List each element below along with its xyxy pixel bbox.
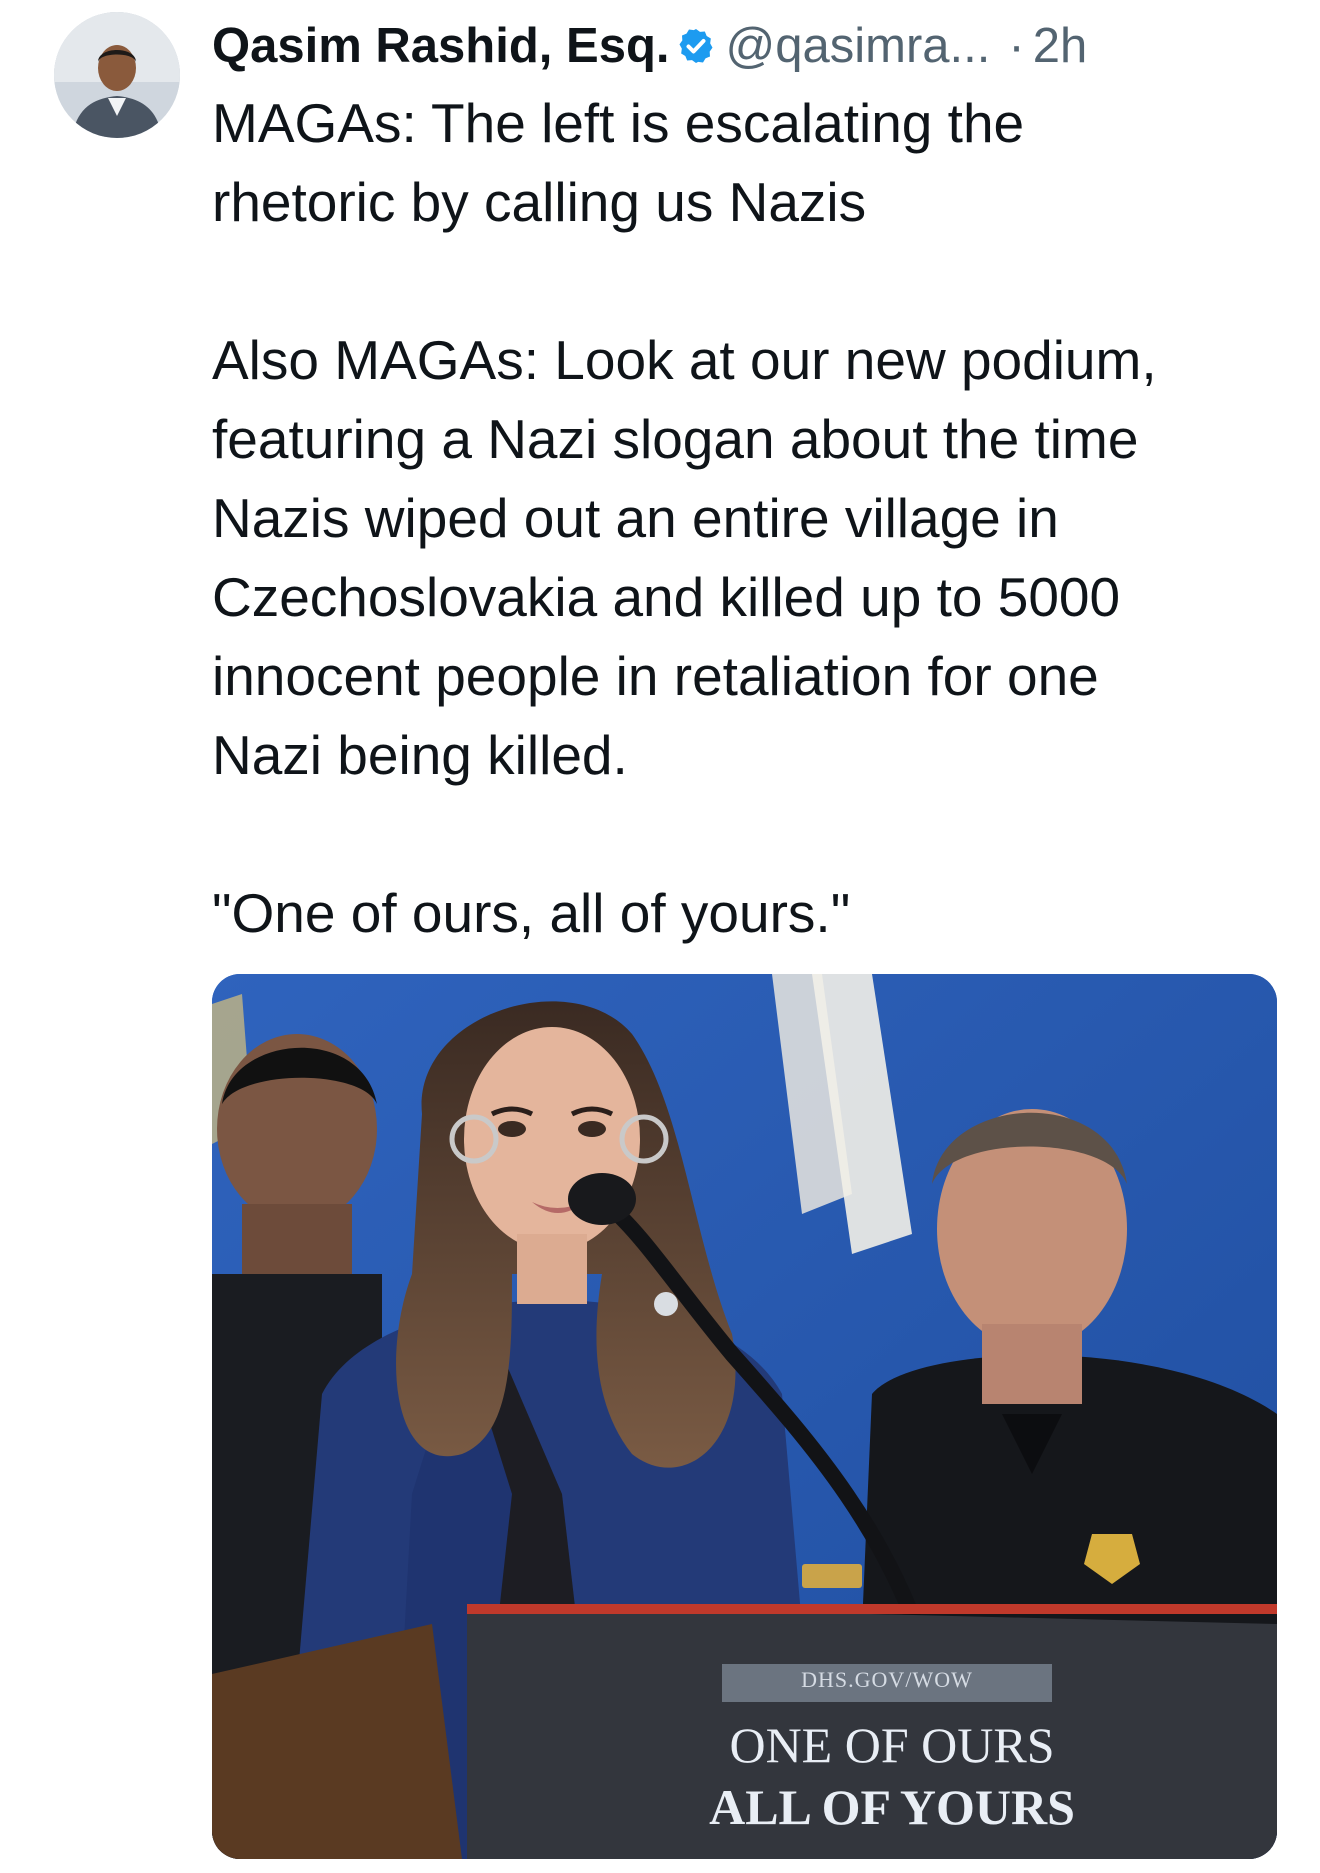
person-avatar-icon: [54, 12, 180, 138]
tweet-media-photo[interactable]: DHS.GOV/WOW ONE OF OURS ALL OF YOURS: [212, 974, 1277, 1859]
author-avatar[interactable]: [54, 12, 180, 138]
podium-slogan-line2: ALL OF YOURS: [709, 1779, 1075, 1835]
author-handle[interactable]: @qasimra...: [726, 18, 991, 74]
tweet[interactable]: Qasim Rashid, Esq. @qasimra... · 2h MAGA…: [212, 10, 1282, 953]
podium-slogan-line1: ONE OF OURS: [729, 1717, 1055, 1773]
tweet-header: Qasim Rashid, Esq. @qasimra... · 2h: [212, 10, 1282, 82]
podium-url: DHS.GOV/WOW: [801, 1667, 973, 1692]
verified-badge-icon: [676, 26, 716, 66]
tweet-timestamp[interactable]: 2h: [1033, 18, 1088, 74]
tweet-text: MAGAs: The left is escalating the rhetor…: [212, 92, 1157, 944]
author-name[interactable]: Qasim Rashid, Esq.: [212, 18, 670, 74]
separator-dot: ·: [1008, 19, 1025, 73]
